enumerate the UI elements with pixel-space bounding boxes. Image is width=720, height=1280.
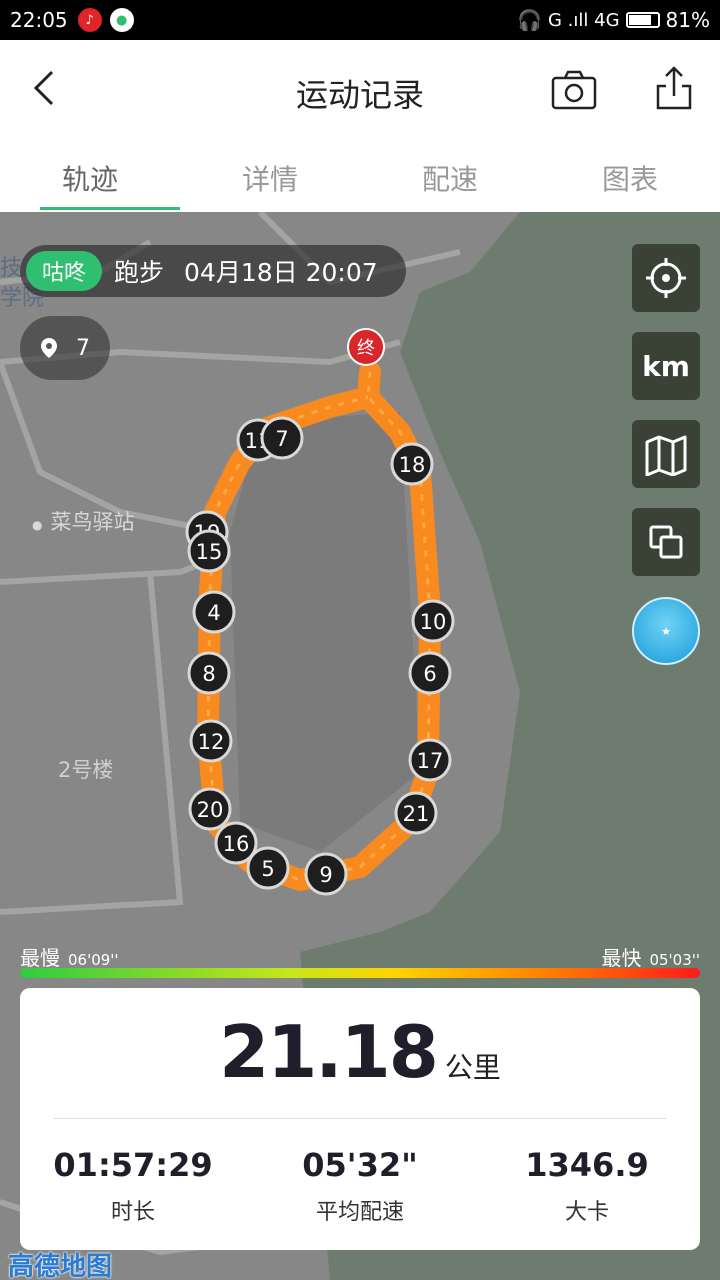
map-type-button[interactable] <box>632 420 700 488</box>
tab-charts[interactable]: 图表 <box>540 140 720 212</box>
tab-bar: 轨迹 详情 配速 图表 <box>0 140 720 212</box>
location-pin-icon <box>41 338 57 358</box>
km-marker-20: 20 <box>188 787 232 831</box>
status-bar: 22:05 ♪ ● 🎧 G .ıll 4G 81% <box>0 0 720 40</box>
headphone-icon: 🎧 <box>517 8 543 32</box>
distance-display: 21.18 公里 <box>20 1010 700 1094</box>
calories-value: 1346.9 <box>525 1146 649 1184</box>
tab-track[interactable]: 轨迹 <box>0 140 180 212</box>
km-marker-4: 4 <box>192 590 236 634</box>
svg-text:9: 9 <box>319 863 332 887</box>
camera-button[interactable] <box>548 64 600 116</box>
distance-unit: 公里 <box>444 1051 501 1084</box>
km-marker-18: 18 <box>390 442 434 486</box>
map-icon <box>645 435 687 476</box>
svg-text:18: 18 <box>399 453 426 477</box>
netease-music-icon: ♪ <box>77 8 102 32</box>
activity-type: 跑步 <box>114 258 165 287</box>
svg-text:12: 12 <box>198 730 225 754</box>
app-header: 运动记录 <box>0 40 720 140</box>
svg-text:10: 10 <box>420 610 447 634</box>
camera-icon <box>551 70 597 110</box>
stat-calories: 1346.9 大卡 <box>474 1146 700 1226</box>
svg-text:4: 4 <box>207 601 220 625</box>
unit-toggle-button[interactable]: km <box>632 332 700 400</box>
battery-icon <box>625 12 660 28</box>
km-marker-10: 10 <box>411 599 455 643</box>
map-view[interactable]: 技 学院 ●菜鸟驿站 2号楼 1171819154108612172021165… <box>0 212 720 1280</box>
tab-details[interactable]: 详情 <box>180 140 360 212</box>
km-marker-15: 15 <box>187 529 231 573</box>
network-indicator: G .ıll 4G <box>548 9 620 31</box>
stat-avg-pace: 05'32" 平均配速 <box>247 1146 473 1226</box>
pace-fastest: 最快 05'03'' <box>601 946 700 970</box>
activity-badge: 咕咚 跑步 04月18日 20:07 <box>20 245 406 297</box>
svg-text:20: 20 <box>197 798 224 822</box>
brand-badge: 咕咚 <box>26 251 103 291</box>
svg-text:8: 8 <box>202 662 215 686</box>
svg-text:5: 5 <box>261 857 274 881</box>
locate-button[interactable] <box>632 244 700 312</box>
map-provider-logo: 高德地图 <box>8 1252 113 1280</box>
km-marker-17: 17 <box>408 738 452 782</box>
locate-icon <box>646 258 686 298</box>
tab-pace[interactable]: 配速 <box>360 140 540 212</box>
svg-text:16: 16 <box>223 832 250 856</box>
pace-gradient-bar <box>20 968 700 978</box>
layers-icon <box>649 525 683 559</box>
km-marker-21: 21 <box>394 791 438 835</box>
status-time: 22:05 <box>10 8 68 32</box>
pace-fastest-value: 05'03'' <box>649 951 700 969</box>
svg-text:7: 7 <box>275 427 288 451</box>
photo-count: 7 <box>76 335 90 361</box>
km-marker-9: 9 <box>304 852 348 896</box>
stat-duration: 01:57:29 时长 <box>20 1146 246 1226</box>
calories-label: 大卡 <box>564 1200 609 1225</box>
km-marker-12: 12 <box>189 719 233 763</box>
km-marker-6: 6 <box>408 651 452 695</box>
duration-label: 时长 <box>110 1200 155 1225</box>
promo-badge-icon[interactable]: ★ <box>632 597 700 665</box>
svg-text:17: 17 <box>417 749 444 773</box>
km-marker-8: 8 <box>187 651 231 695</box>
photo-count-pill[interactable]: 7 <box>20 316 110 380</box>
avg-pace-value: 05'32" <box>302 1146 418 1184</box>
pace-slowest: 最慢 06'09'' <box>20 946 119 970</box>
svg-text:15: 15 <box>196 540 223 564</box>
activity-date: 04月18日 20:07 <box>184 258 378 287</box>
svg-text:6: 6 <box>423 662 436 686</box>
battery-percent: 81% <box>665 8 710 32</box>
share-button[interactable] <box>648 62 700 114</box>
page-title: 运动记录 <box>295 76 424 114</box>
km-marker-7: 7 <box>260 416 304 460</box>
divider <box>54 1118 666 1119</box>
duration-value: 01:57:29 <box>53 1146 213 1184</box>
end-marker: 终 <box>347 328 385 366</box>
layers-button[interactable] <box>632 508 700 576</box>
svg-text:21: 21 <box>403 802 430 826</box>
distance-value: 21.18 <box>219 1010 439 1094</box>
avg-pace-label: 平均配速 <box>315 1200 404 1225</box>
share-icon <box>656 66 692 110</box>
pace-slowest-value: 06'09'' <box>68 951 119 969</box>
codoon-app-icon: ● <box>109 8 134 32</box>
km-marker-5: 5 <box>246 846 290 890</box>
summary-card: 21.18 公里 01:57:29 时长 05'32" 平均配速 1346.9 大… <box>20 988 700 1250</box>
